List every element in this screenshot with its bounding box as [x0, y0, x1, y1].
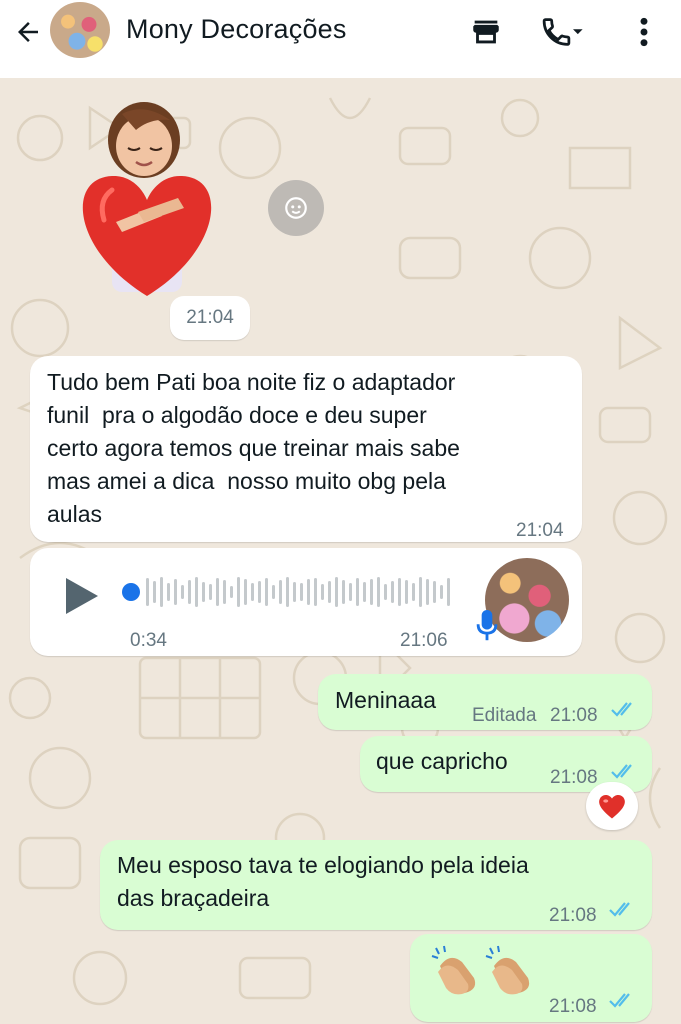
waveform-bar	[412, 583, 415, 601]
waveform-bar	[426, 579, 429, 605]
read-ticks-icon	[609, 993, 630, 1008]
waveform-bar	[419, 577, 422, 607]
play-icon[interactable]	[64, 576, 100, 625]
message-text: Meninaaa	[335, 687, 437, 713]
clapping-hands-emoji	[431, 945, 476, 995]
waveform-bar	[370, 579, 373, 605]
audio-waveform[interactable]	[140, 574, 450, 610]
incoming-message-bubble[interactable]: Tudo bem Pati boa noite fiz o adaptador …	[30, 356, 582, 542]
waveform-bar	[342, 580, 345, 604]
waveform-bar	[153, 581, 156, 603]
outgoing-message-bubble[interactable]: Meninaaa Editada 21:08	[318, 674, 652, 730]
waveform-bar	[391, 581, 394, 603]
chat-header: Mony Decorações	[0, 0, 681, 78]
read-ticks-icon	[611, 702, 632, 717]
audio-progress-knob[interactable]	[122, 583, 140, 601]
message-line: Tudo bem Pati boa noite fiz o adaptador	[47, 369, 456, 395]
waveform-bar	[265, 578, 268, 606]
waveform-bar	[321, 584, 324, 600]
waveform-bar	[258, 581, 261, 603]
audio-duration: 0:34	[130, 630, 167, 651]
sticker-timestamp: 21:04	[170, 296, 250, 340]
message-line: das braçadeira	[117, 885, 270, 911]
more-vert-icon[interactable]	[622, 10, 666, 54]
read-ticks-icon	[609, 902, 630, 917]
waveform-bar	[377, 577, 380, 607]
message-line: certo agora temos que treinar mais sabe	[47, 435, 460, 461]
message-timestamp: 21:08	[550, 767, 598, 788]
waveform-bar	[433, 581, 436, 603]
microphone-icon	[476, 610, 498, 651]
red-heart-reaction-icon[interactable]	[586, 782, 638, 830]
phone-call-icon[interactable]	[540, 10, 584, 54]
message-line: Meu esposo tava te elogiando pela ideia	[117, 852, 529, 878]
waveform-bar	[293, 582, 296, 602]
waveform-bar	[363, 582, 366, 602]
waveform-bar	[174, 579, 177, 605]
message-timestamp: 21:08	[549, 905, 597, 926]
waveform-bar	[146, 578, 149, 606]
waveform-bar	[167, 583, 170, 601]
outgoing-emoji-bubble[interactable]: 21:08	[410, 934, 652, 1022]
contact-name[interactable]: Mony Decorações	[126, 14, 347, 45]
message-timestamp: 21:08	[549, 996, 597, 1017]
waveform-bar	[328, 581, 331, 603]
message-timestamp: 21:08	[550, 705, 598, 726]
waveform-bar	[251, 583, 254, 601]
waveform-bar	[216, 578, 219, 606]
message-line: mas amei a dica nosso muito obg pela	[47, 468, 446, 494]
waveform-bar	[209, 584, 212, 600]
waveform-bar	[335, 577, 338, 607]
contact-avatar[interactable]	[50, 2, 110, 58]
waveform-bar	[202, 582, 205, 602]
waveform-bar	[237, 577, 240, 607]
waveform-bar	[286, 577, 289, 607]
waveform-bar	[384, 584, 387, 600]
waveform-bar	[160, 577, 163, 607]
incoming-audio-bubble[interactable]: 0:34 21:06	[30, 548, 582, 656]
outgoing-message-bubble[interactable]: Meu esposo tava te elogiando pela ideia …	[100, 840, 652, 930]
waveform-bar	[447, 578, 450, 606]
waveform-bar	[356, 578, 359, 606]
store-icon[interactable]	[464, 10, 508, 54]
audio-timestamp: 21:06	[400, 630, 448, 651]
message-line: aulas	[47, 501, 102, 527]
waveform-bar	[405, 580, 408, 604]
waveform-bar	[440, 585, 443, 599]
waveform-bar	[307, 579, 310, 605]
waveform-bar	[272, 585, 275, 599]
waveform-bar	[279, 580, 282, 604]
waveform-bar	[398, 578, 401, 606]
waveform-bar	[188, 580, 191, 604]
waveform-bar	[230, 586, 233, 598]
waveform-bar	[300, 583, 303, 601]
clapping-hands-emoji	[485, 945, 530, 995]
message-timestamp: 21:04	[516, 520, 564, 541]
edited-label: Editada	[472, 705, 537, 726]
waveform-bar	[314, 578, 317, 606]
forward-sticker-icon[interactable]	[268, 180, 324, 236]
heart-hug-sticker[interactable]	[72, 100, 230, 298]
message-text: que capricho	[376, 748, 508, 774]
waveform-bar	[223, 580, 226, 604]
waveform-bar	[181, 585, 184, 599]
chat-area[interactable]: 21:04 Tudo bem Pati boa noite fiz o adap…	[0, 78, 681, 1024]
read-ticks-icon	[611, 764, 632, 779]
waveform-bar	[349, 583, 352, 601]
waveform-bar	[244, 579, 247, 605]
waveform-bar	[195, 577, 198, 607]
back-arrow-icon[interactable]	[10, 14, 46, 50]
message-line: funil pra o algodão doce e deu super	[47, 402, 427, 428]
